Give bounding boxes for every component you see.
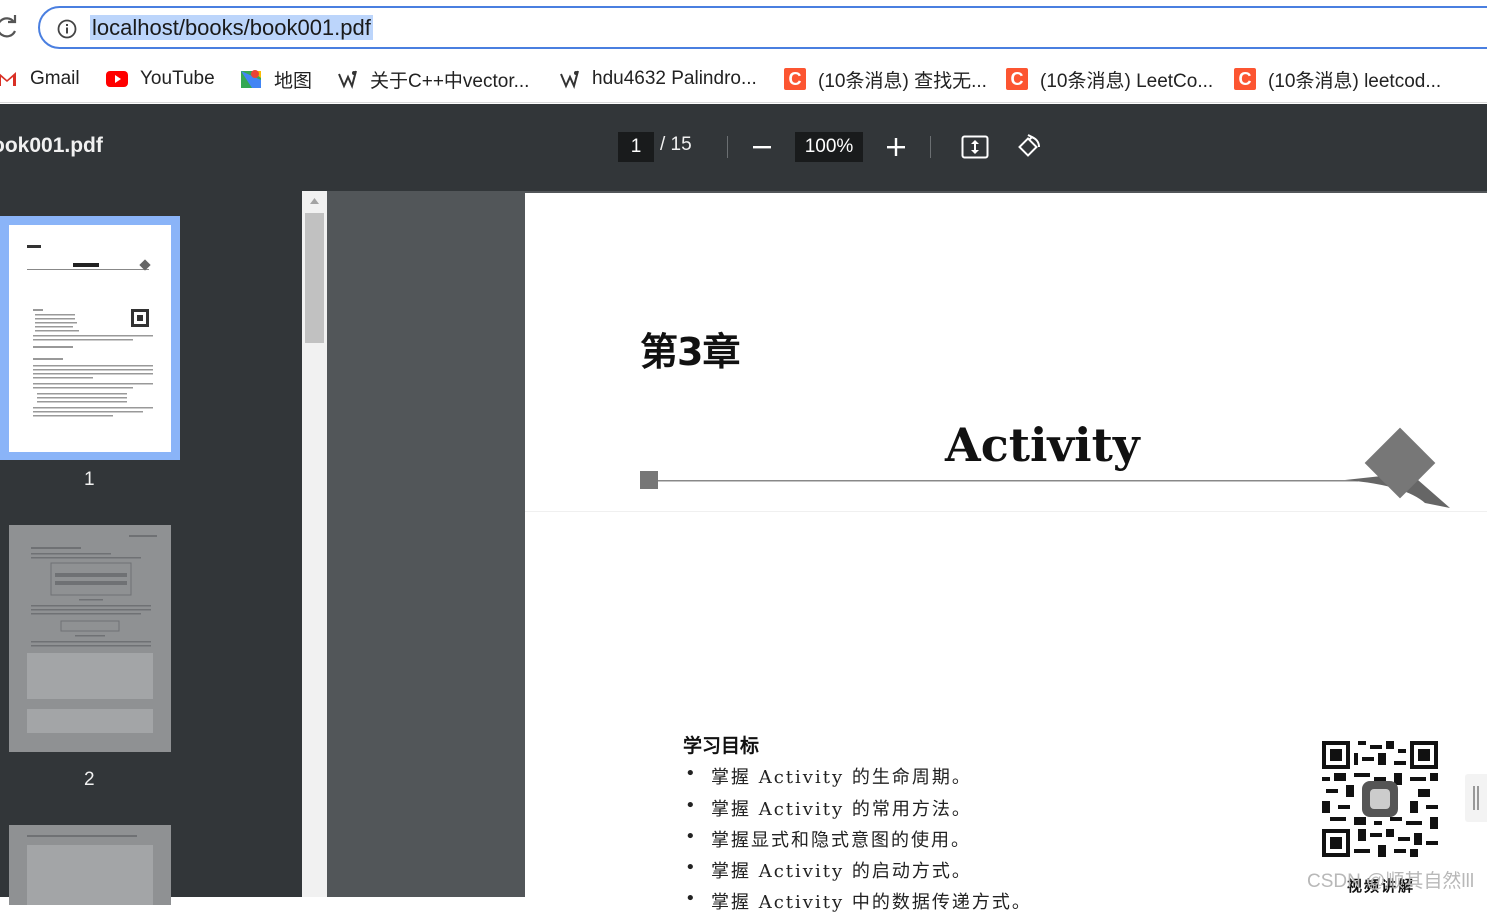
goal-item: 掌握 Activity 的常用方法。 bbox=[685, 795, 972, 821]
zoom-in-button[interactable] bbox=[879, 130, 913, 164]
minus-icon bbox=[753, 146, 771, 149]
chapter-title: Activity bbox=[945, 418, 1140, 472]
thumbnail-label-1: 1 bbox=[84, 469, 95, 490]
omnibox[interactable]: localhost/books/book001.pdf bbox=[38, 6, 1487, 49]
address-bar-area: localhost/books/book001.pdf bbox=[0, 0, 1487, 57]
goals-heading: 学习目标 bbox=[683, 736, 760, 757]
reload-icon[interactable] bbox=[0, 14, 20, 40]
plus-icon bbox=[887, 138, 905, 156]
qr-code-image bbox=[1322, 741, 1438, 857]
toolbar-divider bbox=[930, 136, 931, 158]
toolbar-divider bbox=[727, 136, 728, 158]
thumbnail-sidebar: 1 2 bbox=[0, 191, 302, 905]
url-text[interactable]: localhost/books/book001.pdf bbox=[90, 14, 373, 42]
goal-item: 掌握显式和隐式意图的使用。 bbox=[685, 826, 971, 852]
bookmark-csdn-3[interactable]: C (10条消息) leetcod... bbox=[1234, 65, 1441, 93]
pdf-page: 第3章 Activity 学习目标 掌握 Activity 的生命周期。 掌握 … bbox=[525, 193, 1487, 913]
zoom-out-button[interactable] bbox=[745, 130, 779, 164]
bookmark-csdn-2[interactable]: C (10条消息) LeetCo... bbox=[1006, 65, 1213, 93]
fit-page-button[interactable] bbox=[958, 130, 992, 164]
bookmark-maps[interactable]: 地图 bbox=[240, 65, 312, 93]
thumbnail-label-2: 2 bbox=[84, 769, 95, 790]
rotate-button[interactable] bbox=[1012, 130, 1046, 164]
thumbnail-page-2-preview bbox=[27, 535, 157, 733]
thumbnail-page-1-preview bbox=[27, 245, 153, 417]
csdn-icon: C bbox=[784, 68, 806, 90]
side-panel-grip[interactable] bbox=[1465, 774, 1487, 822]
bookmark-csdn-1[interactable]: C (10条消息) 查找无... bbox=[784, 65, 987, 93]
maps-icon bbox=[240, 68, 262, 90]
info-icon[interactable] bbox=[57, 19, 77, 39]
thumbnail-page-3-preview bbox=[27, 835, 153, 905]
bookmark-site-icon bbox=[558, 68, 580, 90]
thumbnail-page-2[interactable] bbox=[9, 525, 171, 752]
pdf-title: ook001.pdf bbox=[0, 134, 103, 157]
page-number-input[interactable]: 1 bbox=[618, 132, 654, 162]
pdf-toolbar: ook001.pdf 1 / 15 100% bbox=[0, 104, 1487, 191]
rotate-icon bbox=[1018, 134, 1041, 157]
fit-page-icon bbox=[961, 135, 989, 159]
bookmarks-bar: Gmail YouTube 地图 关于C++中vector... hdu4632… bbox=[0, 57, 1487, 103]
bookmark-youtube[interactable]: YouTube bbox=[106, 65, 215, 93]
bookmark-hdu4632[interactable]: hdu4632 Palindro... bbox=[558, 65, 757, 93]
thumbnail-page-3[interactable] bbox=[9, 825, 171, 905]
sidebar-scrollbar-thumb[interactable] bbox=[305, 213, 324, 343]
page-total: / 15 bbox=[660, 134, 692, 155]
scroll-up-icon[interactable] bbox=[309, 197, 320, 205]
bookmark-gmail[interactable]: Gmail bbox=[0, 65, 80, 93]
goal-item: 掌握 Activity 的生命周期。 bbox=[685, 763, 972, 789]
bookmark-vector[interactable]: 关于C++中vector... bbox=[336, 65, 529, 93]
chapter-heading: 第3章 bbox=[640, 330, 740, 374]
zoom-level-input[interactable]: 100% bbox=[795, 132, 863, 162]
watermark: CSDN @顺其自然lll bbox=[1307, 871, 1475, 892]
gmail-icon bbox=[0, 68, 18, 90]
bookmark-site-icon bbox=[336, 68, 358, 90]
youtube-icon bbox=[106, 68, 128, 90]
csdn-icon: C bbox=[1234, 68, 1256, 90]
goal-item: 掌握 Activity 中的数据传递方式。 bbox=[685, 888, 1032, 914]
thumbnail-page-1[interactable] bbox=[9, 225, 171, 452]
goal-item: 掌握 Activity 的启动方式。 bbox=[685, 857, 972, 883]
csdn-icon: C bbox=[1006, 68, 1028, 90]
